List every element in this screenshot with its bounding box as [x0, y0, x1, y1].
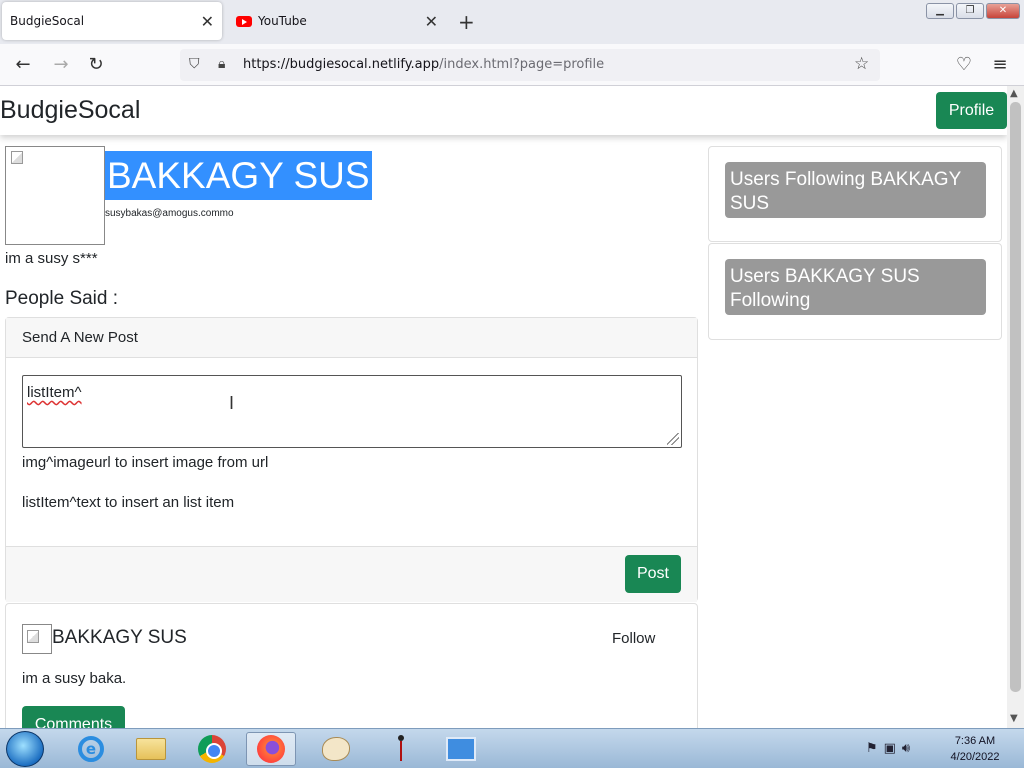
new-tab-icon[interactable]: + [458, 10, 475, 34]
forward-icon[interactable]: → [50, 54, 72, 75]
follow-button[interactable]: Follow [612, 630, 655, 647]
profile-name: BAKKAGY SUS [105, 151, 372, 200]
firefox-icon[interactable] [246, 732, 296, 766]
profile-email: susybakas@amogus.commo [105, 208, 234, 219]
page-viewport: BudgieSocal Profile BAKKAGY SUS susybaka… [0, 86, 1007, 728]
feed-post: BAKKAGY SUS Follow im a susy baka. Comme… [5, 603, 698, 728]
people-said-heading: People Said : [5, 288, 119, 309]
menu-icon[interactable]: ≡ [989, 54, 1011, 75]
close-tab-icon[interactable]: ✕ [425, 12, 438, 31]
new-post-footer: Post [6, 546, 697, 602]
tab-budgiesocal[interactable]: BudgieSocal ✕ [2, 2, 222, 40]
scroll-up-icon[interactable]: ▲ [1010, 88, 1018, 99]
list-hint: listItem^text to insert an list item [22, 494, 235, 511]
post-author-name[interactable]: BAKKAGY SUS [52, 627, 187, 649]
profile-button[interactable]: Profile [936, 92, 1007, 129]
stick-figure-app-icon[interactable] [375, 732, 425, 766]
lock-icon[interactable]: 🔒︎ [218, 56, 225, 72]
site-header: BudgieSocal Profile [0, 86, 1007, 135]
profile-bio: im a susy s*** [5, 250, 98, 267]
file-explorer-icon[interactable] [126, 732, 176, 766]
following-card: Users BAKKAGY SUS Following [708, 243, 1002, 340]
browser-tab-bar: BudgieSocal ✕ YouTube ✕ + ▁ ❐ ✕ [0, 0, 1024, 44]
post-button[interactable]: Post [625, 555, 681, 593]
url-text: https://budgiesocal.netlify.app/index.ht… [243, 57, 605, 72]
new-post-header: Send A New Post [6, 318, 697, 358]
profile-avatar [5, 146, 105, 245]
system-tray-icons[interactable]: ⚑▣🔊︎ [866, 741, 916, 756]
tab-youtube[interactable]: YouTube ✕ [226, 2, 446, 40]
shield-icon[interactable]: ⛉ [189, 56, 200, 72]
taskbar: e ⚑▣🔊︎ 7:36 AM 4/20/2022 [0, 728, 1024, 768]
browser-toolbar: ← → ↻ ⛉ 🔒︎ https://budgiesocal.netlify.a… [0, 44, 1024, 86]
new-post-card: Send A New Post listItem^ I img^imageurl… [5, 317, 698, 602]
chrome-icon[interactable] [187, 732, 237, 766]
close-tab-icon[interactable]: ✕ [201, 12, 214, 31]
text-cursor-icon: I [229, 393, 235, 413]
clock[interactable]: 7:36 AM 4/20/2022 [940, 733, 1010, 765]
broken-image-icon [27, 630, 39, 643]
address-bar[interactable]: ⛉ 🔒︎ https://budgiesocal.netlify.app/ind… [180, 49, 880, 81]
reload-icon[interactable]: ↻ [85, 54, 107, 75]
minimize-icon[interactable]: ▁ [926, 3, 954, 19]
tab-title: BudgieSocal [10, 14, 85, 28]
tab-title: YouTube [258, 14, 307, 28]
clock-date: 4/20/2022 [950, 751, 1000, 763]
image-hint: img^imageurl to insert image from url [22, 454, 269, 471]
start-button[interactable] [6, 731, 44, 767]
window-close-icon[interactable]: ✕ [986, 3, 1020, 19]
page-scrollbar[interactable]: ▲ ▼ [1007, 86, 1024, 728]
site-brand[interactable]: BudgieSocal [0, 96, 140, 125]
post-author-avatar [22, 624, 52, 654]
youtube-icon [236, 15, 252, 27]
textarea-value: listItem^ [27, 384, 82, 401]
clock-time: 7:36 AM [954, 735, 996, 747]
bookmark-star-icon[interactable]: ☆ [854, 54, 869, 74]
scrollbar-thumb[interactable] [1010, 102, 1021, 692]
resize-grip-icon[interactable] [667, 433, 679, 445]
pocket-icon[interactable]: ♡ [953, 54, 975, 75]
paint-icon[interactable] [311, 732, 361, 766]
followers-card: Users Following BAKKAGY SUS [708, 146, 1002, 242]
back-icon[interactable]: ← [12, 54, 34, 75]
comments-button[interactable]: Comments [22, 706, 125, 728]
post-textarea[interactable]: listItem^ I [22, 375, 682, 448]
followers-title[interactable]: Users Following BAKKAGY SUS [725, 162, 986, 218]
following-title[interactable]: Users BAKKAGY SUS Following [725, 259, 986, 315]
internet-explorer-icon[interactable]: e [66, 732, 116, 766]
post-text: im a susy baka. [22, 670, 127, 687]
restore-icon[interactable]: ❐ [956, 3, 984, 19]
broken-image-icon [11, 151, 23, 164]
control-panel-icon[interactable] [436, 732, 486, 766]
scroll-down-icon[interactable]: ▼ [1010, 713, 1018, 724]
